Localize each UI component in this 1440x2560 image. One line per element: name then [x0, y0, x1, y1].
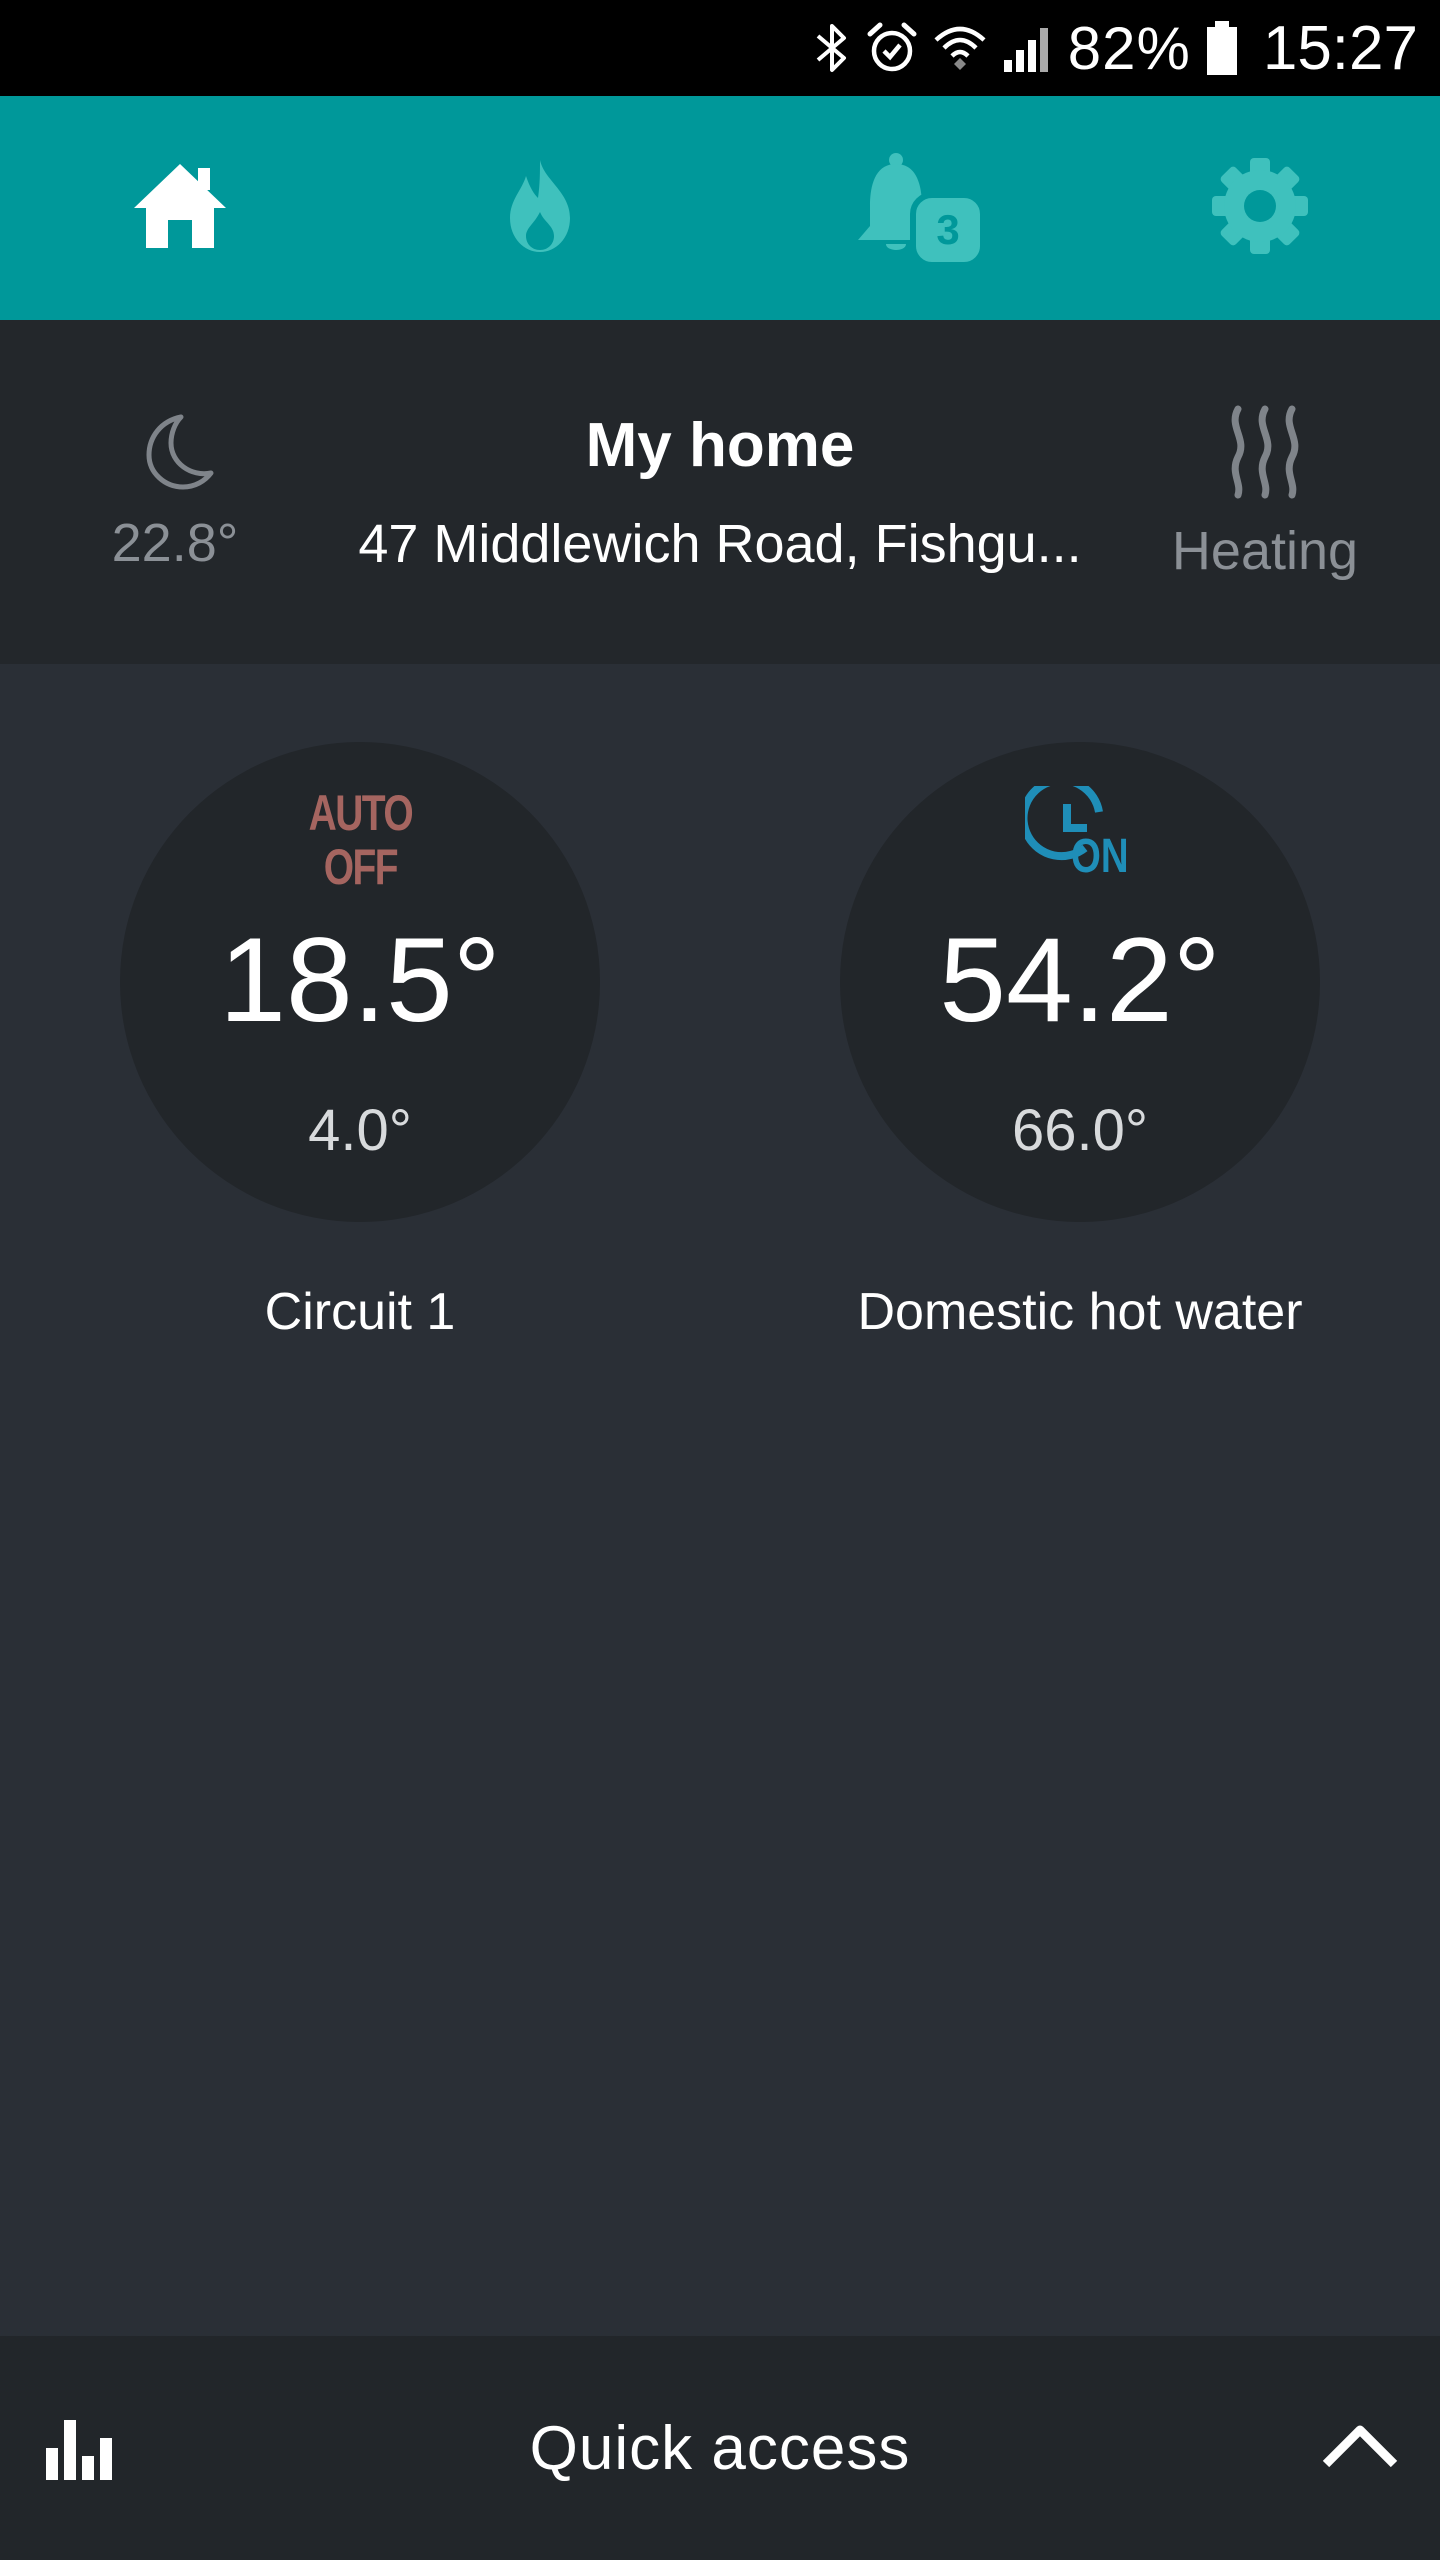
- nav-heating[interactable]: [440, 96, 640, 320]
- clock-on-icon: ON: [840, 786, 1320, 886]
- home-address: 47 Middlewich Road, Fishgu...: [358, 513, 1082, 574]
- home-icon: [130, 160, 230, 257]
- current-temp: 18.5°: [219, 913, 501, 1047]
- home-header: 22.8° My home 47 Middlewich Road, Fishgu…: [0, 320, 1440, 664]
- hot-water-card[interactable]: ON 54.2° 66.0° Domestic hot water: [840, 742, 1320, 1342]
- mode-line-off: OFF: [323, 839, 398, 895]
- wifi-icon: [932, 20, 988, 76]
- bar-chart-icon[interactable]: [44, 2416, 116, 2487]
- set-temp: 4.0°: [308, 1098, 412, 1163]
- auto-off-icon: AUTO OFF: [120, 786, 600, 894]
- moon-icon: [135, 411, 215, 496]
- heat-waves-icon: [1220, 403, 1310, 504]
- mode-on-label: ON: [1071, 830, 1129, 883]
- circuit-card[interactable]: AUTO OFF 18.5° 4.0° Circuit 1: [120, 742, 600, 1342]
- battery-percent: 82%: [1067, 14, 1191, 82]
- bell-icon: 3: [850, 148, 990, 268]
- notification-badge: 3: [910, 192, 986, 268]
- home-title: My home: [585, 410, 855, 480]
- quick-access-bar[interactable]: Quick access: [0, 2336, 1440, 2560]
- circuit-dial[interactable]: AUTO OFF 18.5° 4.0°: [120, 742, 600, 1222]
- nav-notifications[interactable]: 3: [820, 96, 1020, 320]
- nav-settings[interactable]: [1160, 96, 1360, 320]
- bluetooth-icon: [812, 20, 852, 76]
- alarm-icon: [866, 20, 918, 76]
- top-nav: 3: [0, 96, 1440, 320]
- circuit-name: Circuit 1: [264, 1283, 456, 1341]
- circuit-name: Domestic hot water: [857, 1283, 1303, 1341]
- set-temp: 66.0°: [1011, 1098, 1149, 1163]
- gear-icon: [1210, 156, 1310, 261]
- battery-icon: [1205, 19, 1239, 77]
- outdoor-temp: 22.8°: [111, 512, 239, 573]
- mode-line-auto: AUTO: [308, 785, 413, 841]
- flame-icon: [500, 158, 580, 259]
- hot-water-dial[interactable]: ON 54.2° 66.0°: [840, 742, 1320, 1222]
- status-bar: 82% 15:27: [0, 0, 1440, 96]
- quick-access-label: Quick access: [529, 2413, 911, 2483]
- signal-icon: [1002, 20, 1054, 76]
- nav-home[interactable]: [80, 96, 280, 320]
- chevron-up-icon[interactable]: [1320, 2416, 1400, 2481]
- clock-time: 15:27: [1262, 13, 1418, 83]
- current-temp: 54.2°: [939, 913, 1221, 1047]
- home-info[interactable]: My home 47 Middlewich Road, Fishgu...: [300, 320, 1140, 664]
- system-mode-label: Heating: [1171, 520, 1359, 581]
- system-mode-block[interactable]: Heating: [1150, 320, 1380, 664]
- outdoor-temp-block[interactable]: 22.8°: [60, 320, 290, 664]
